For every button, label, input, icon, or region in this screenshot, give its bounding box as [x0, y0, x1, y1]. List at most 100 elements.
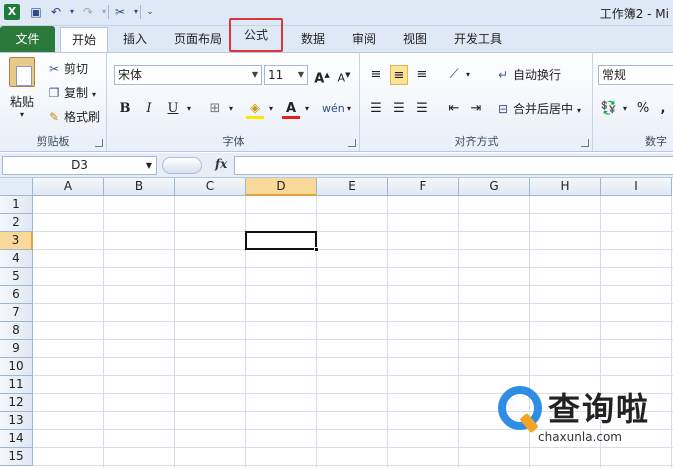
- format-painter-button[interactable]: ✎ 格式刷: [46, 107, 100, 127]
- copy-dropdown-icon[interactable]: ▾: [92, 90, 96, 99]
- name-box[interactable]: D3 ▼: [2, 156, 157, 175]
- tab-developer[interactable]: 开发工具: [445, 27, 511, 52]
- decrease-indent-icon[interactable]: ⇤: [445, 99, 463, 119]
- borders-dropdown-icon[interactable]: ▾: [222, 99, 240, 119]
- tab-view[interactable]: 视图: [393, 27, 437, 52]
- bold-button[interactable]: B: [116, 99, 134, 119]
- formula-bar-resize-handle[interactable]: [162, 157, 202, 174]
- redo-icon[interactable]: ↷: [80, 4, 96, 20]
- cut-button[interactable]: ✂ 剪切: [46, 59, 88, 79]
- quick-access-toolbar: X ▣ ↶ ▾ ↷ ▾ ✂ ▾ ⌄ 工作簿2 - Mi: [0, 0, 673, 26]
- copy-button[interactable]: ❐ 复制 ▾: [46, 83, 96, 103]
- paste-dropdown-icon[interactable]: ▾: [4, 110, 40, 119]
- font-name-select[interactable]: 宋体 ▼: [114, 65, 262, 85]
- row-header-3[interactable]: 3: [0, 232, 33, 250]
- gridline-horizontal: [33, 285, 673, 286]
- paste-button[interactable]: 粘贴 ▾: [4, 57, 40, 119]
- row-header-4[interactable]: 4: [0, 250, 33, 268]
- tab-file[interactable]: 文件: [0, 26, 55, 52]
- merge-center-button[interactable]: ⊟ 合并后居中 ▾: [495, 99, 581, 119]
- gridline-vertical: [387, 196, 388, 468]
- italic-button[interactable]: I: [140, 99, 158, 119]
- chevron-down-icon: ▼: [297, 70, 304, 79]
- merge-center-label: 合并后居中: [513, 102, 574, 116]
- customize-qat-icon[interactable]: ⌄: [142, 4, 158, 20]
- tab-review[interactable]: 审阅: [342, 27, 386, 52]
- row-header-14[interactable]: 14: [0, 430, 33, 448]
- row-header-8[interactable]: 8: [0, 322, 33, 340]
- undo-icon[interactable]: ↶: [48, 4, 64, 20]
- percent-button[interactable]: %: [634, 99, 652, 119]
- column-header-a[interactable]: A: [33, 178, 104, 196]
- active-cell[interactable]: [245, 231, 319, 252]
- align-right-icon[interactable]: ☰: [413, 99, 431, 119]
- underline-dropdown-icon[interactable]: ▾: [180, 99, 198, 119]
- chevron-down-icon[interactable]: ▼: [146, 157, 152, 174]
- row-header-15[interactable]: 15: [0, 448, 33, 466]
- column-header-c[interactable]: C: [175, 178, 246, 196]
- alignment-launcher-icon[interactable]: [581, 139, 589, 147]
- align-top-icon[interactable]: ≡: [367, 65, 385, 85]
- number-format-value: 常规: [602, 68, 627, 82]
- row-header-10[interactable]: 10: [0, 358, 33, 376]
- clipboard-launcher-icon[interactable]: [95, 139, 103, 147]
- excel-logo-icon[interactable]: X: [4, 4, 20, 20]
- column-header-f[interactable]: F: [388, 178, 459, 196]
- column-header-h[interactable]: H: [530, 178, 601, 196]
- fill-handle[interactable]: [314, 247, 319, 252]
- row-header-9[interactable]: 9: [0, 340, 33, 358]
- orientation-dropdown-icon[interactable]: ▾: [459, 65, 477, 85]
- increase-indent-icon[interactable]: ⇥: [467, 99, 485, 119]
- insert-function-icon[interactable]: fx: [215, 157, 227, 171]
- window-title: 工作簿2 - Mi: [599, 7, 669, 21]
- comma-button[interactable]: ,: [654, 99, 672, 119]
- align-center-icon[interactable]: ☰: [390, 99, 408, 119]
- tab-formulas[interactable]: 公式: [229, 18, 283, 52]
- wrap-text-icon: ↵: [497, 68, 509, 82]
- font-color-dropdown-icon[interactable]: ▾: [298, 99, 316, 119]
- gridline-horizontal: [33, 357, 673, 358]
- row-header-12[interactable]: 12: [0, 394, 33, 412]
- merge-dropdown-icon[interactable]: ▾: [577, 106, 581, 115]
- row-header-2[interactable]: 2: [0, 214, 33, 232]
- decrease-font-icon[interactable]: A▼: [335, 65, 353, 85]
- row-header-13[interactable]: 13: [0, 412, 33, 430]
- column-header-e[interactable]: E: [317, 178, 388, 196]
- phonetic-icon[interactable]: wén: [322, 99, 345, 119]
- gridline-horizontal: [33, 339, 673, 340]
- currency-dropdown-icon[interactable]: ▾: [616, 99, 634, 119]
- phonetic-dropdown-icon[interactable]: ▾: [340, 99, 358, 119]
- undo-dropdown-icon[interactable]: ▾: [64, 4, 80, 20]
- column-header-i[interactable]: I: [601, 178, 672, 196]
- tab-insert[interactable]: 插入: [113, 27, 157, 52]
- number-format-select[interactable]: 常规: [598, 65, 673, 85]
- tools-icon[interactable]: ✂: [112, 4, 128, 20]
- clipboard-group: 粘贴 ▾ ✂ 剪切 ❐ 复制 ▾ ✎ 格式刷 剪贴板: [0, 53, 107, 151]
- select-all-corner[interactable]: [0, 178, 33, 196]
- row-header-1[interactable]: 1: [0, 196, 33, 214]
- font-size-select[interactable]: 11 ▼: [264, 65, 308, 85]
- redo-dropdown-icon[interactable]: ▾: [96, 4, 112, 20]
- column-header-b[interactable]: B: [104, 178, 175, 196]
- formula-input[interactable]: [234, 156, 673, 175]
- save-icon[interactable]: ▣: [28, 4, 44, 20]
- gridline-horizontal: [33, 249, 673, 250]
- row-header-6[interactable]: 6: [0, 286, 33, 304]
- fill-color-dropdown-icon[interactable]: ▾: [262, 99, 280, 119]
- font-launcher-icon[interactable]: [348, 139, 356, 147]
- row-header-5[interactable]: 5: [0, 268, 33, 286]
- tab-page-layout[interactable]: 页面布局: [165, 27, 231, 52]
- align-middle-icon[interactable]: ≡: [390, 65, 408, 85]
- row-header-7[interactable]: 7: [0, 304, 33, 322]
- tab-data[interactable]: 数据: [291, 27, 335, 52]
- increase-font-icon[interactable]: A▲: [313, 65, 331, 86]
- scissors-icon: ✂: [48, 62, 60, 76]
- column-header-d[interactable]: D: [246, 178, 317, 196]
- row-header-11[interactable]: 11: [0, 376, 33, 394]
- name-box-value: D3: [71, 158, 88, 172]
- wrap-text-button[interactable]: ↵ 自动换行: [495, 65, 561, 85]
- align-left-icon[interactable]: ☰: [367, 99, 385, 119]
- align-bottom-icon[interactable]: ≡: [413, 65, 431, 85]
- column-header-g[interactable]: G: [459, 178, 530, 196]
- tab-home[interactable]: 开始: [60, 27, 108, 52]
